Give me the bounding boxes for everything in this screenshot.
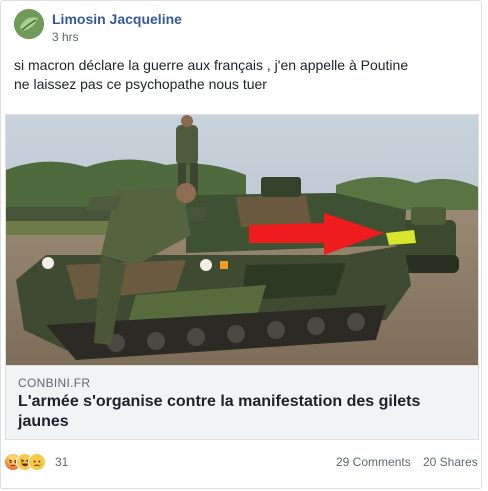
link-preview-card[interactable]: CONBINI.FR L'armée s'organise contre la …: [5, 114, 479, 440]
avatar-leaf-icon: [14, 9, 44, 39]
post-message-line: si macron déclare la guerre aux français…: [14, 57, 409, 73]
sad-icon: [28, 453, 46, 471]
post-message-line: ne laissez pas ce psychopathe nous tuer: [14, 76, 267, 92]
link-domain: CONBINI.FR: [18, 376, 91, 390]
link-headline[interactable]: L'armée s'organise contre la manifestati…: [18, 392, 458, 432]
post-header: Limosin Jacqueline 3 hrs: [14, 9, 471, 49]
link-preview-image[interactable]: [6, 115, 478, 365]
post-message: si macron déclare la guerre aux français…: [14, 56, 454, 94]
author-name-link[interactable]: Limosin Jacqueline: [52, 11, 182, 27]
author-avatar[interactable]: [14, 9, 44, 39]
tank-photo: [6, 115, 478, 365]
reaction-count[interactable]: 31: [55, 455, 68, 469]
post-timestamp[interactable]: 3 hrs: [52, 30, 79, 44]
facebook-post: Limosin Jacqueline 3 hrs si macron décla…: [0, 0, 482, 489]
post-footer: 31 29 Comments 20 Shares: [1, 446, 481, 476]
shares-count-link[interactable]: 20 Shares: [423, 455, 478, 469]
comments-count-link[interactable]: 29 Comments: [336, 455, 411, 469]
link-preview-info[interactable]: CONBINI.FR L'armée s'organise contre la …: [6, 365, 478, 439]
